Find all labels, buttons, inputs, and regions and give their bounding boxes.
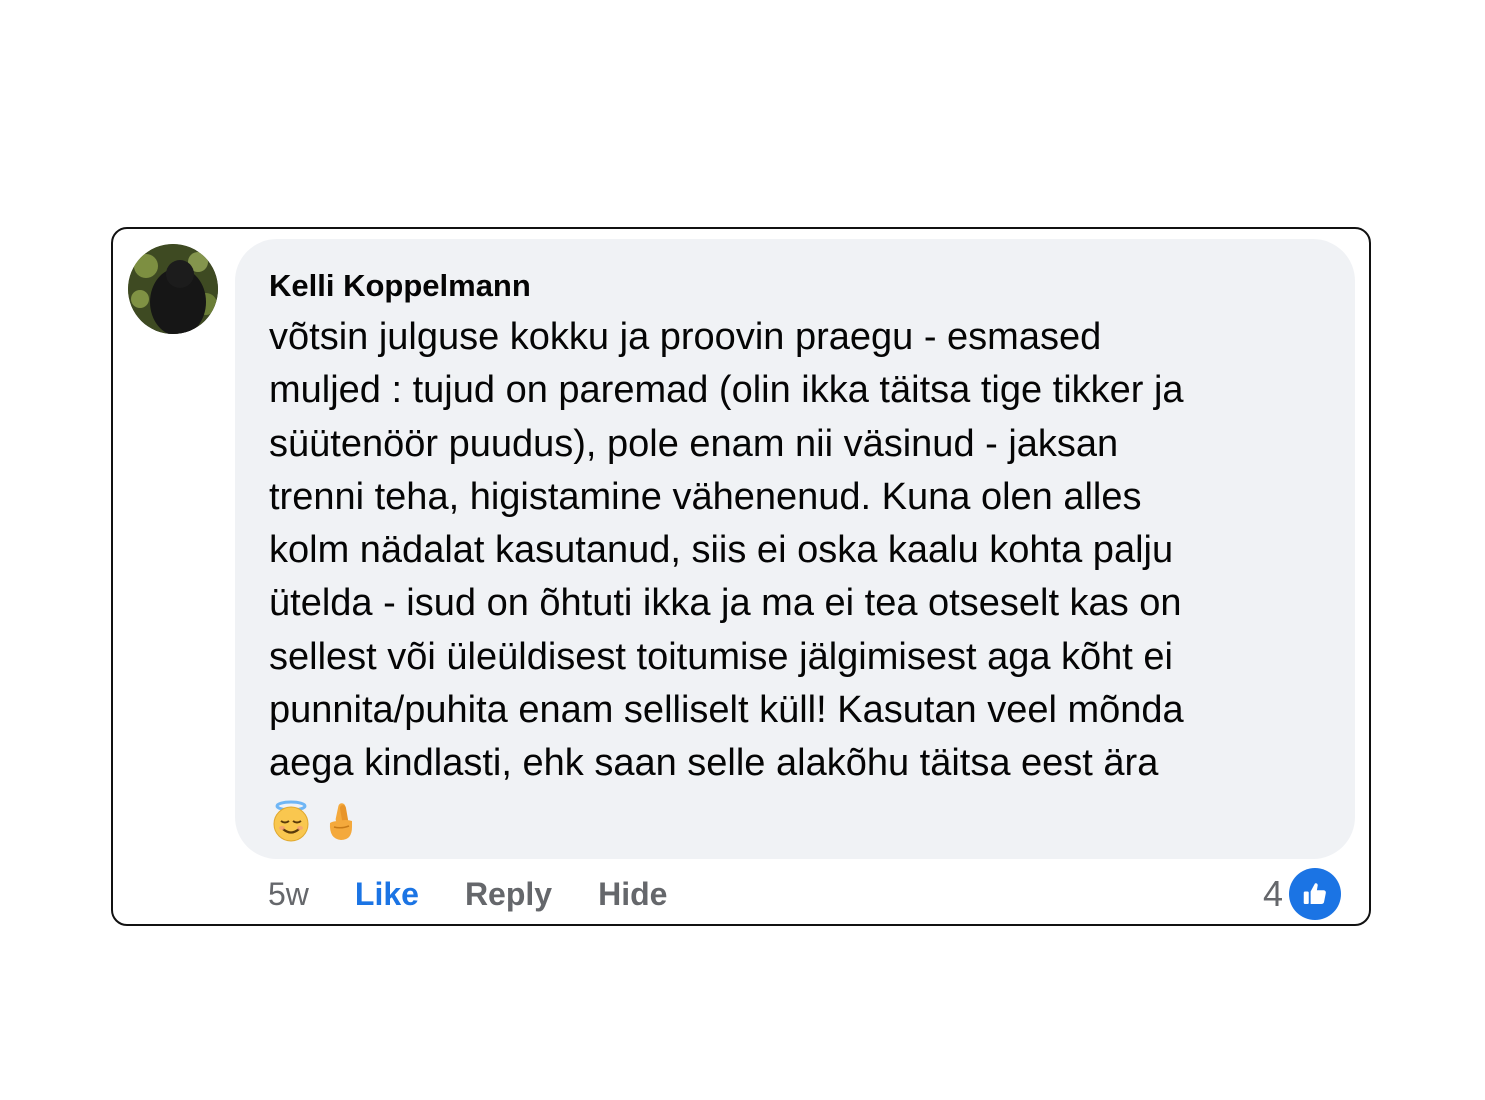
reaction-summary[interactable]: 4: [1263, 867, 1341, 921]
like-button[interactable]: Like: [355, 876, 419, 913]
emoji-row: [269, 799, 1321, 843]
reply-button[interactable]: Reply: [465, 876, 552, 913]
crossed-fingers-icon: [329, 802, 352, 840]
comment-actions: 5w Like Reply Hide: [268, 874, 713, 914]
author-name[interactable]: Kelli Koppelmann: [269, 267, 1321, 305]
thumbs-up-icon: [1289, 868, 1341, 920]
comment-text: võtsin julguse kokku ja proovin praegu -…: [269, 316, 1184, 785]
smiling-face-with-halo-icon: [273, 800, 309, 842]
hide-button[interactable]: Hide: [598, 876, 667, 913]
avatar-image: [128, 244, 218, 334]
comment-timestamp[interactable]: 5w: [268, 876, 309, 913]
avatar[interactable]: [128, 244, 218, 334]
comment-bubble: Kelli Koppelmann võtsin julguse kokku ja…: [235, 239, 1355, 859]
reaction-count: 4: [1262, 873, 1283, 914]
comment-card: Kelli Koppelmann võtsin julguse kokku ja…: [111, 227, 1371, 926]
